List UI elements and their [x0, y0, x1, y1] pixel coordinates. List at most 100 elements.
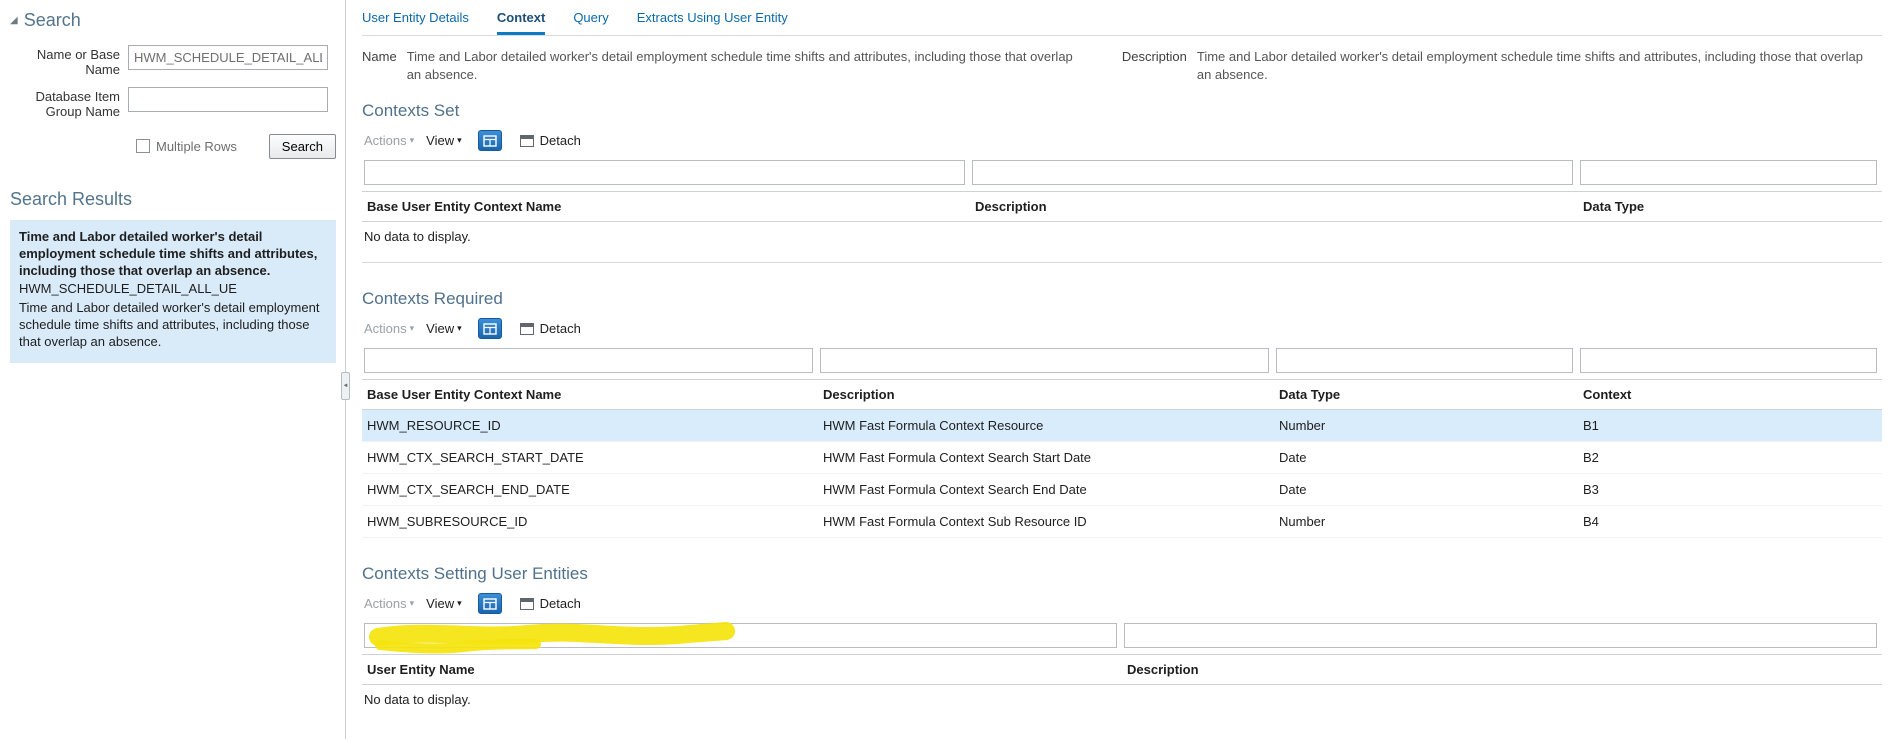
column-header[interactable]: Data Type	[1274, 379, 1578, 411]
detach-button[interactable]: Detach	[519, 133, 581, 148]
contexts-set-toolbar: Actions ▾ View ▾ Detach	[362, 123, 1882, 157]
splitter-handle[interactable]: ◄	[341, 372, 350, 400]
query-by-example-button[interactable]	[477, 130, 502, 152]
table-cell: HWM Fast Formula Context Search Start Da…	[818, 441, 1274, 475]
table-cell: HWM Fast Formula Context Resource	[818, 409, 1274, 443]
tab-query[interactable]: Query	[573, 10, 608, 35]
contexts-set-title: Contexts Set	[362, 101, 460, 121]
tab-context[interactable]: Context	[496, 10, 546, 35]
column-header[interactable]: Description	[970, 191, 1578, 223]
column-header[interactable]: User Entity Name	[362, 654, 1122, 686]
table-cell: HWM Fast Formula Context Sub Resource ID	[818, 505, 1274, 539]
name-or-base-name-row: Name or Base Name	[10, 45, 336, 78]
column-filter-input[interactable]	[972, 160, 1573, 186]
filter-cell	[362, 620, 1122, 655]
column-filter-input[interactable]	[364, 623, 1117, 649]
filter-cell	[362, 345, 818, 380]
entity-detail-header: Name Time and Labor detailed worker's de…	[362, 36, 1882, 91]
filter-cell	[970, 157, 1578, 192]
contexts-required-title: Contexts Required	[362, 289, 503, 309]
contexts-required-toolbar: Actions ▾ View ▾ Detach	[362, 311, 1882, 345]
detach-button[interactable]: Detach	[519, 321, 581, 336]
database-item-group-name-label: Database Item Group Name	[35, 88, 120, 119]
dropdown-arrow-icon: ▾	[457, 598, 462, 609]
contexts-set-table: Base User Entity Context Name Description…	[362, 157, 1882, 223]
table-row[interactable]: HWM_RESOURCE_ID HWM Fast Formula Context …	[362, 409, 1882, 443]
view-menu[interactable]: View ▾	[426, 321, 461, 336]
detach-button[interactable]: Detach	[519, 596, 581, 611]
database-item-group-name-input[interactable]	[128, 86, 328, 112]
section-contexts-setting-user-entities: Contexts Setting User Entities Actions ▾ …	[362, 564, 1882, 709]
table-cell: Number	[1274, 409, 1578, 443]
table-row[interactable]: HWM_CTX_SEARCH_START_DATE HWM Fast Formul…	[362, 441, 1882, 475]
filter-cell	[818, 345, 1274, 380]
filter-cell	[1578, 157, 1882, 192]
name-or-base-name-input[interactable]	[128, 45, 328, 70]
search-button[interactable]: Search	[268, 133, 336, 159]
search-result-item[interactable]: Time and Labor detailed worker's detail …	[10, 219, 336, 363]
query-by-example-button[interactable]	[477, 318, 502, 340]
table-row[interactable]: HWM_CTX_SEARCH_END_DATE HWM Fast Formula …	[362, 473, 1882, 507]
contexts-set-table-region: Base User Entity Context Name Description…	[362, 157, 1882, 264]
contexts-required-table: Base User Entity Context Name Description…	[362, 345, 1882, 539]
contexts-setting-table-region: User Entity Name Description No data to d…	[362, 620, 1882, 709]
tab-user-entity-details[interactable]: User Entity Details	[362, 10, 469, 35]
main-content: User Entity Details Context Query Extrac…	[346, 0, 1888, 739]
contexts-required-table-region: Base User Entity Context Name Description…	[362, 345, 1882, 539]
column-filter-input[interactable]	[1580, 160, 1877, 186]
multiple-rows-checkbox[interactable]	[136, 139, 150, 154]
column-filter-input[interactable]	[364, 348, 813, 374]
table-cell: HWM_CTX_SEARCH_START_DATE	[362, 441, 818, 475]
column-filter-input[interactable]	[820, 348, 1269, 374]
filter-cell	[1578, 345, 1882, 380]
column-header[interactable]: Base User Entity Context Name	[362, 191, 970, 223]
result-description: Time and Labor detailed worker's detail …	[19, 300, 320, 350]
contexts-setting-title: Contexts Setting User Entities	[362, 564, 588, 584]
table-cell: HWM_CTX_SEARCH_END_DATE	[362, 473, 818, 507]
table-row[interactable]: HWM_SUBRESOURCE_ID HWM Fast Formula Conte…	[362, 505, 1882, 539]
query-by-example-icon	[482, 597, 497, 610]
actions-menu[interactable]: Actions ▾	[364, 321, 414, 336]
table-cell: Date	[1274, 473, 1578, 507]
table-cell: B4	[1578, 505, 1882, 539]
column-filter-input[interactable]	[1580, 348, 1877, 374]
search-results-title: Search Results	[10, 188, 133, 209]
app-window: ◢ Search Name or Base Name Database Item…	[0, 0, 1888, 739]
table-cell: HWM Fast Formula Context Search End Date	[818, 473, 1274, 507]
view-menu[interactable]: View ▾	[426, 133, 461, 148]
view-menu[interactable]: View ▾	[426, 596, 461, 611]
column-header[interactable]: Data Type	[1578, 191, 1882, 223]
column-filter-input[interactable]	[1124, 623, 1877, 649]
actions-menu[interactable]: Actions ▾	[364, 596, 414, 611]
column-filter-input[interactable]	[364, 160, 965, 186]
panel-splitter: ◄	[341, 0, 350, 739]
dropdown-arrow-icon: ▾	[409, 323, 415, 334]
table-cell: B2	[1578, 441, 1882, 475]
column-filter-input[interactable]	[1276, 348, 1573, 374]
column-header[interactable]: Description	[1122, 654, 1882, 686]
detach-icon	[519, 597, 534, 610]
tab-extracts-using-user-entity[interactable]: Extracts Using User Entity	[637, 10, 788, 35]
table-cell: Date	[1274, 441, 1578, 475]
description-label: Description	[1121, 49, 1187, 64]
name-or-base-name-label: Name or Base Name	[36, 47, 120, 77]
actions-menu[interactable]: Actions ▾	[364, 133, 414, 148]
multiple-rows-label: Multiple Rows	[156, 138, 237, 154]
column-header[interactable]: Context	[1578, 379, 1882, 411]
section-contexts-required: Contexts Required Actions ▾ View ▾ Detach …	[362, 289, 1882, 539]
name-value: Time and Labor detailed worker's detail …	[406, 49, 1073, 82]
column-header[interactable]: Base User Entity Context Name	[362, 379, 818, 411]
table-cell: HWM_RESOURCE_ID	[362, 409, 818, 443]
search-form-actions: Multiple Rows Search	[136, 133, 336, 159]
result-code: HWM_SCHEDULE_DETAIL_ALL_UE	[19, 281, 237, 297]
detach-icon	[519, 322, 534, 335]
search-panel-title: Search	[23, 10, 81, 30]
column-header[interactable]: Description	[818, 379, 1274, 411]
search-sidebar: ◢ Search Name or Base Name Database Item…	[0, 0, 345, 739]
search-panel-header: ◢ Search	[10, 10, 336, 31]
disclosure-triangle-icon[interactable]: ◢	[10, 15, 18, 26]
contexts-setting-empty-text: No data to display.	[364, 692, 471, 708]
database-item-group-name-row: Database Item Group Name	[10, 86, 336, 120]
filter-cell	[362, 157, 970, 192]
query-by-example-button[interactable]	[477, 593, 502, 615]
